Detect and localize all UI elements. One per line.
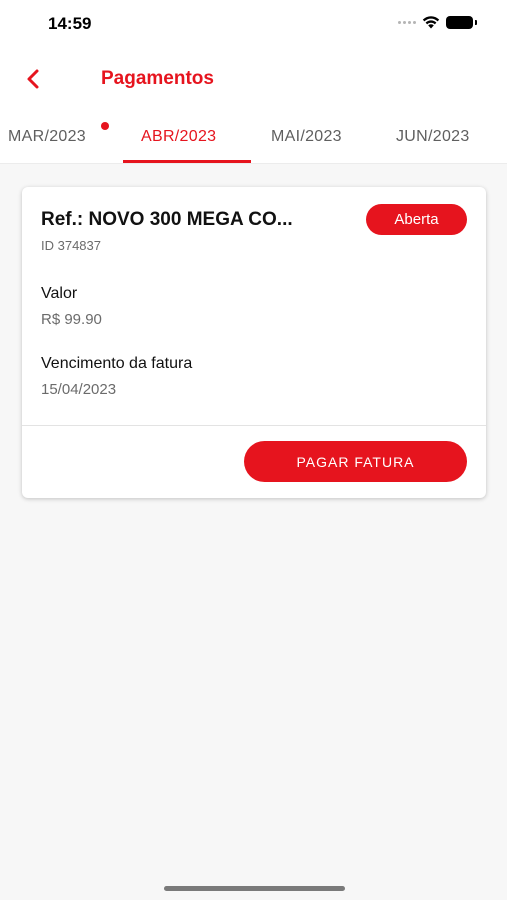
- vencimento-value: 15/04/2023: [41, 381, 117, 398]
- pay-invoice-button[interactable]: PAGAR FATURA: [244, 441, 467, 482]
- card-divider: [22, 425, 486, 426]
- page-title: Pagamentos: [101, 68, 214, 89]
- tab-jun-2023[interactable]: JUN/2023: [396, 128, 470, 146]
- header: Pagamentos: [0, 46, 507, 112]
- invoice-id: ID 374837: [41, 238, 101, 253]
- home-indicator: [164, 886, 345, 891]
- invoice-ref: Ref.: NOVO 300 MEGA CO...: [41, 209, 293, 230]
- status-badge: Aberta: [366, 204, 467, 235]
- wifi-icon: [422, 16, 440, 29]
- status-icons: [398, 15, 477, 29]
- status-time: 14:59: [48, 14, 92, 33]
- notification-dot: [101, 122, 109, 130]
- tab-mai-2023[interactable]: MAI/2023: [271, 128, 342, 146]
- back-button[interactable]: [18, 64, 48, 94]
- valor-value: R$ 99.90: [41, 311, 102, 328]
- invoice-card: Ref.: NOVO 300 MEGA CO... ID 374837 Aber…: [22, 187, 486, 498]
- vencimento-label: Vencimento da fatura: [41, 355, 193, 372]
- tab-mar-2023[interactable]: MAR/2023: [8, 128, 86, 146]
- signal-dots-icon: [398, 20, 416, 24]
- tab-abr-2023[interactable]: ABR/2023: [141, 128, 216, 146]
- month-tabs: MAR/2023 ABR/2023 MAI/2023 JUN/2023: [0, 112, 507, 164]
- active-tab-indicator: [123, 160, 251, 163]
- screen: 14:59 Pagamentos MAR/2023 ABR/2023 MAI/2…: [0, 0, 507, 900]
- valor-label: Valor: [41, 285, 78, 302]
- status-bar: 14:59: [0, 0, 507, 46]
- chevron-left-icon: [27, 69, 39, 89]
- battery-icon: [446, 15, 477, 29]
